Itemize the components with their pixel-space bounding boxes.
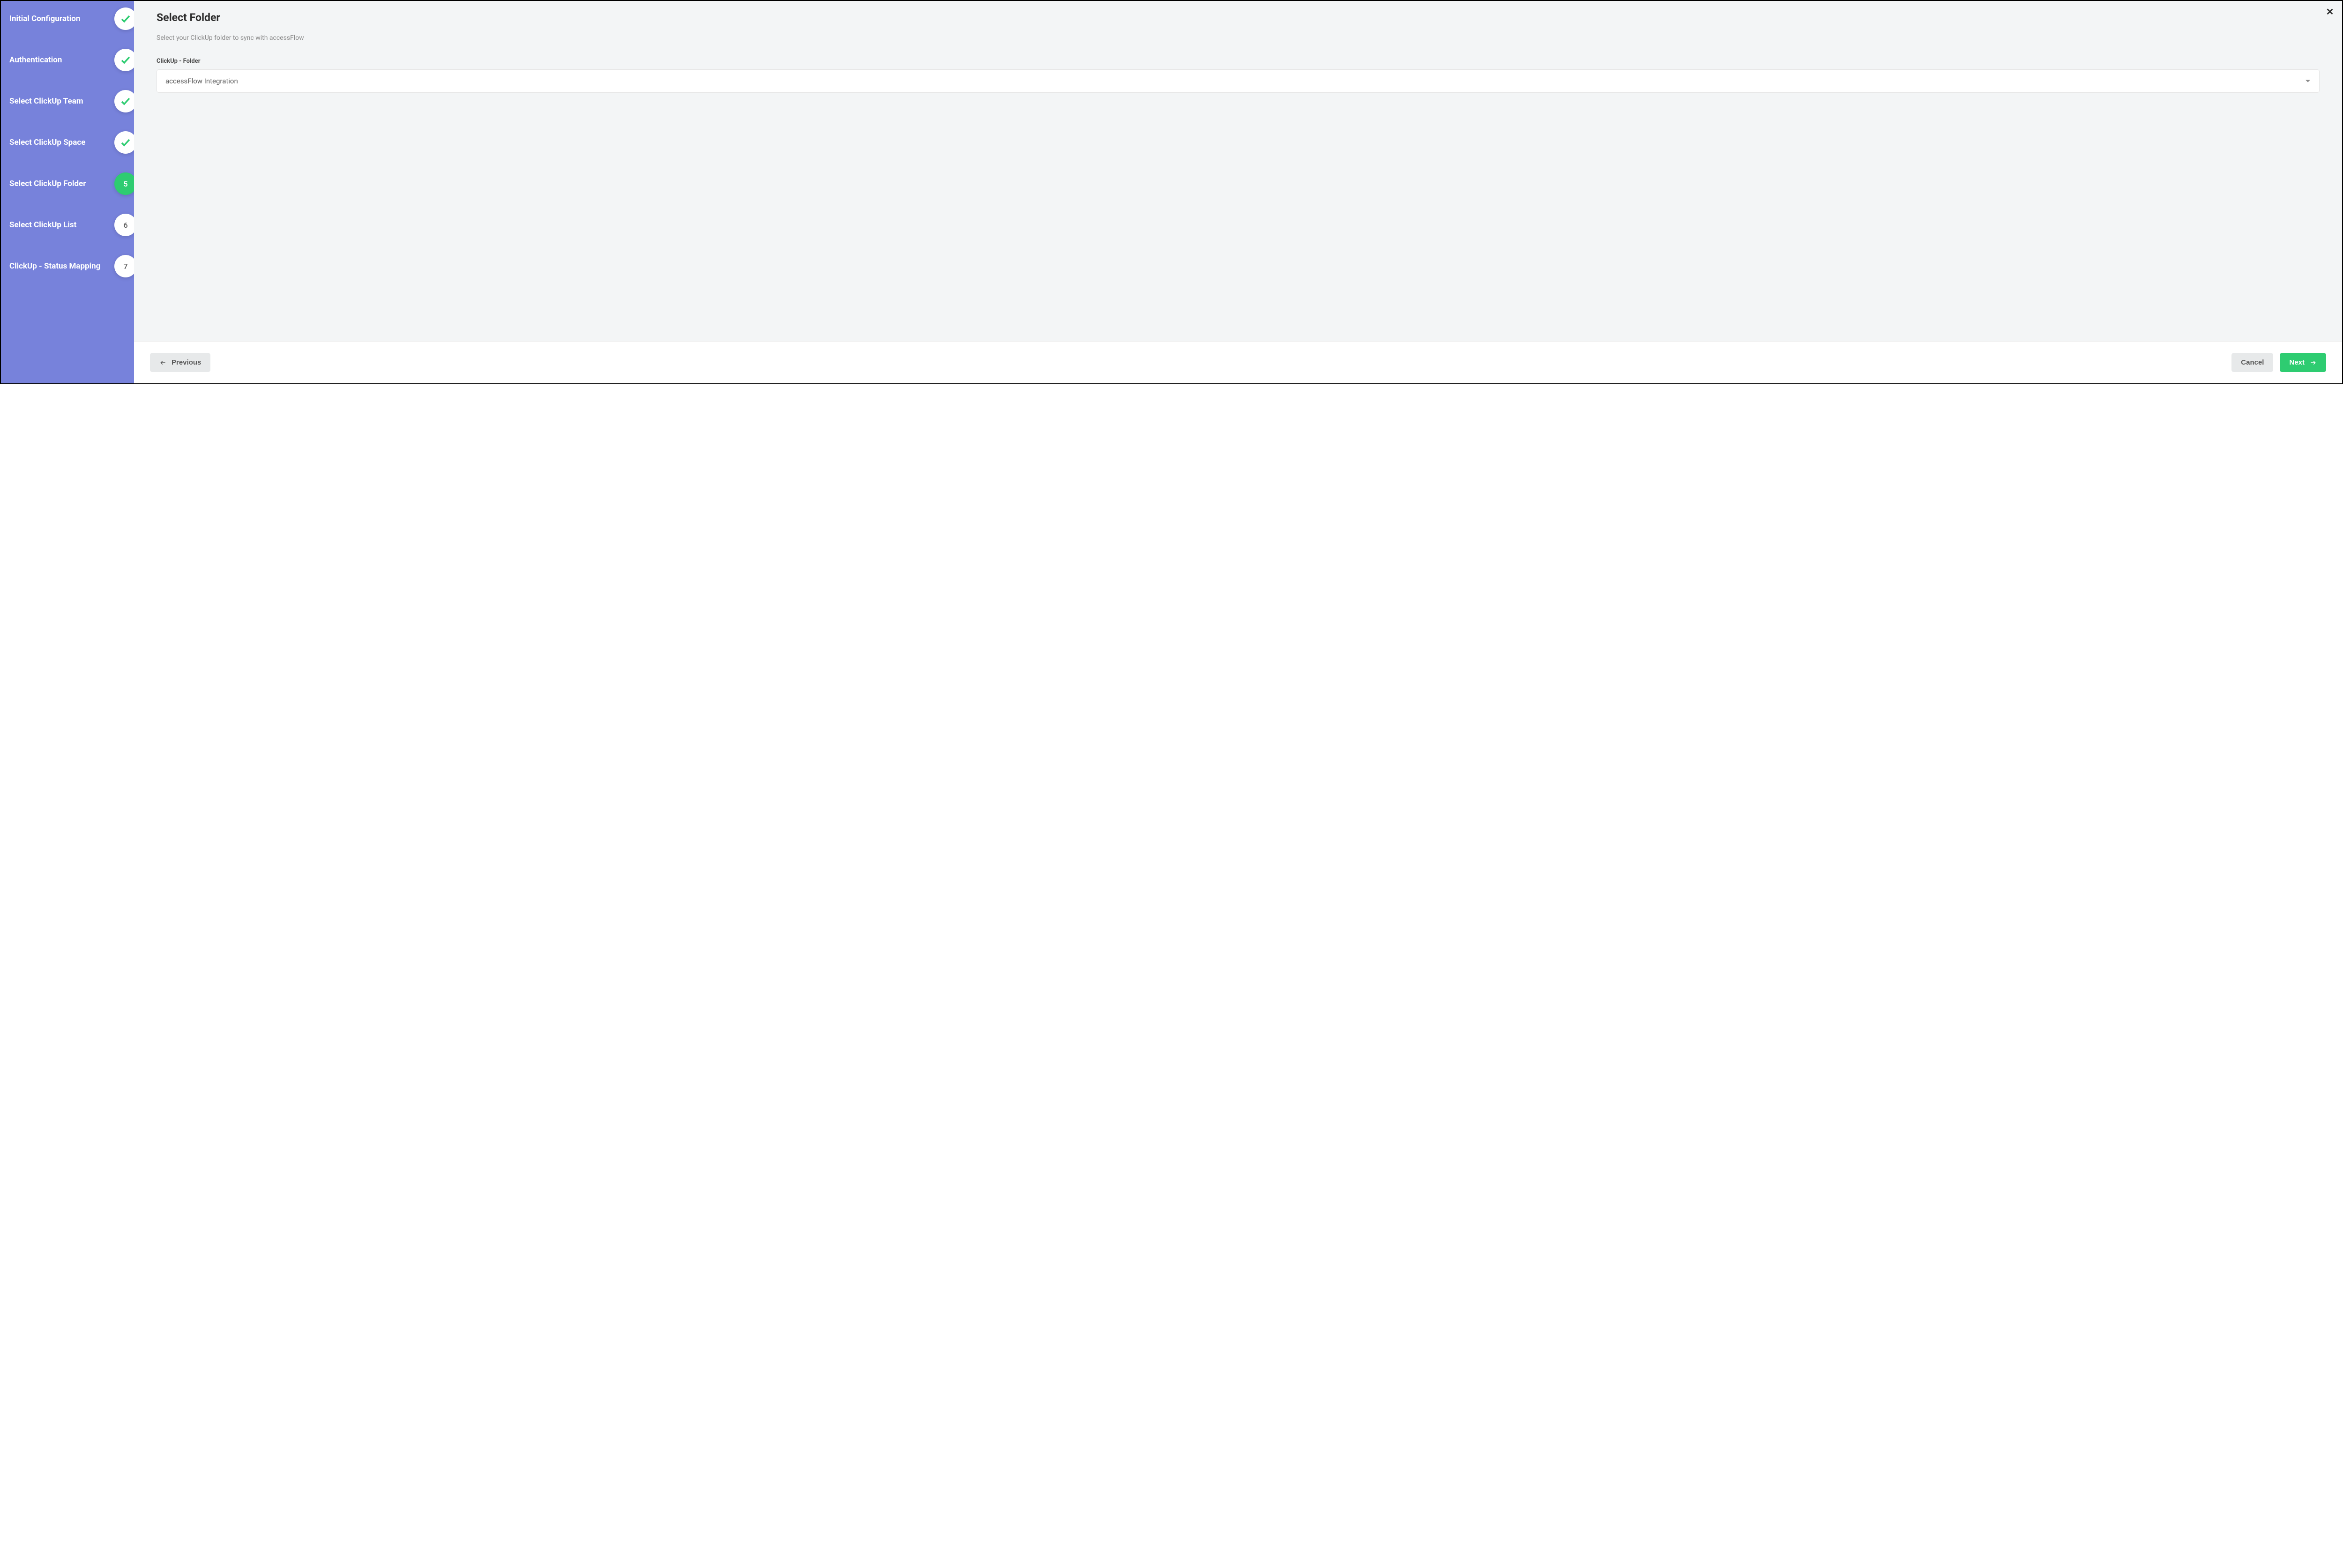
step-indicator-completed xyxy=(114,49,137,71)
step-label: Initial Configuration xyxy=(9,14,126,23)
step-initial-configuration[interactable]: Initial Configuration xyxy=(9,14,126,23)
step-select-clickup-list[interactable]: Select ClickUp List 6 xyxy=(9,220,126,230)
wizard-sidebar: Initial Configuration Authentication Sel… xyxy=(1,1,134,383)
next-button-label: Next xyxy=(2289,358,2305,366)
next-button[interactable]: Next xyxy=(2280,353,2326,372)
step-clickup-status-mapping[interactable]: ClickUp - Status Mapping 7 xyxy=(9,261,126,271)
step-indicator-active: 5 xyxy=(114,172,137,195)
step-authentication[interactable]: Authentication xyxy=(9,55,126,65)
step-label: Select ClickUp Space xyxy=(9,138,126,147)
previous-button-label: Previous xyxy=(172,358,201,366)
step-label: Select ClickUp List xyxy=(9,220,126,230)
cancel-button[interactable]: Cancel xyxy=(2231,353,2273,372)
wizard-footer: Previous Cancel Next xyxy=(134,341,2342,383)
wizard-container: Initial Configuration Authentication Sel… xyxy=(0,0,2343,384)
close-icon: ✕ xyxy=(2326,7,2334,17)
page-subtitle: Select your ClickUp folder to sync with … xyxy=(157,34,2320,42)
page-title: Select Folder xyxy=(157,11,2320,24)
footer-right: Cancel Next xyxy=(2231,353,2326,372)
step-indicator-pending: 7 xyxy=(114,255,137,277)
check-icon xyxy=(120,137,131,148)
folder-field-label: ClickUp - Folder xyxy=(157,58,2320,65)
cancel-button-label: Cancel xyxy=(2241,358,2264,366)
step-indicator-completed xyxy=(114,131,137,154)
step-label: ClickUp - Status Mapping xyxy=(9,261,126,271)
folder-select[interactable]: accessFlow Integration xyxy=(157,69,2320,93)
step-label: Select ClickUp Team xyxy=(9,97,126,106)
previous-button[interactable]: Previous xyxy=(150,353,210,372)
step-select-clickup-team[interactable]: Select ClickUp Team xyxy=(9,97,126,106)
step-label: Authentication xyxy=(9,55,126,65)
main-panel: ✕ Select Folder Select your ClickUp fold… xyxy=(134,1,2342,383)
arrow-right-icon xyxy=(2309,359,2317,366)
step-select-clickup-folder[interactable]: Select ClickUp Folder 5 xyxy=(9,179,126,188)
check-icon xyxy=(120,54,131,66)
close-button[interactable]: ✕ xyxy=(2324,7,2336,18)
check-icon xyxy=(120,96,131,107)
arrow-left-icon xyxy=(159,359,167,366)
folder-select-wrapper: accessFlow Integration xyxy=(157,69,2320,93)
step-select-clickup-space[interactable]: Select ClickUp Space xyxy=(9,138,126,147)
step-indicator-completed xyxy=(114,7,137,30)
step-label: Select ClickUp Folder xyxy=(9,179,126,188)
check-icon xyxy=(120,13,131,24)
content-area: Select Folder Select your ClickUp folder… xyxy=(134,1,2342,341)
step-indicator-pending: 6 xyxy=(114,214,137,236)
step-indicator-completed xyxy=(114,90,137,112)
